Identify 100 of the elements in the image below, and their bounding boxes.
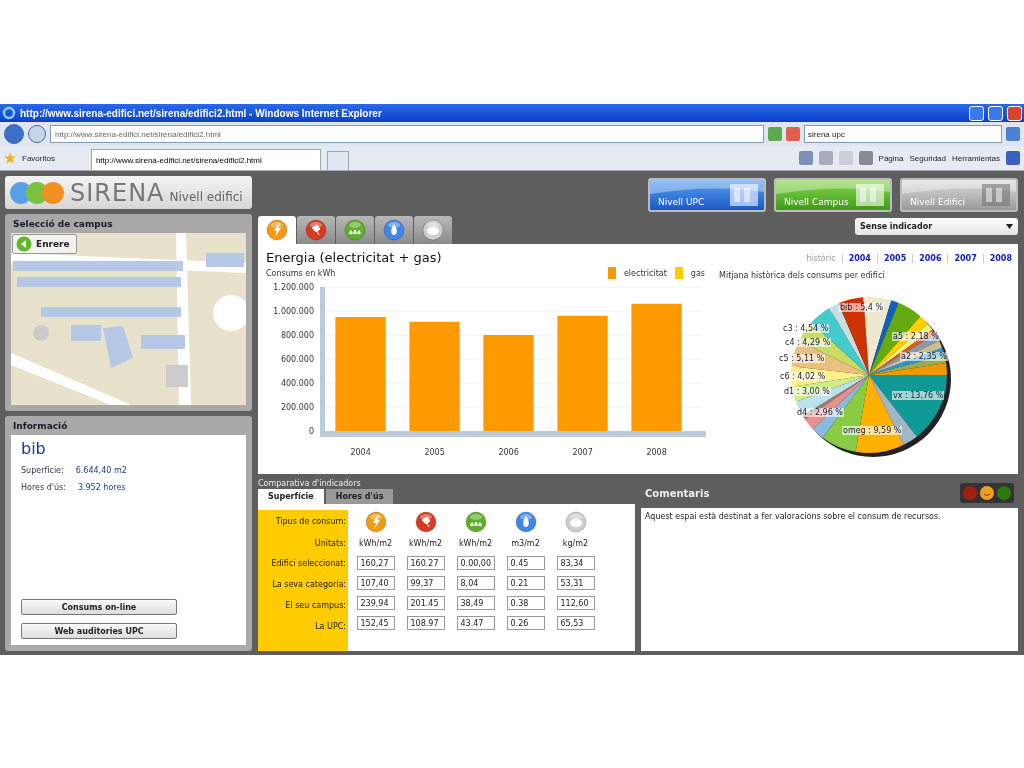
comment-box[interactable]: Aquest espai està destinat a fer valoracions sobre el consum de recursos. — [641, 508, 1018, 651]
slice-label: vx : 13,76 % — [892, 391, 945, 400]
value-field: 152,45 — [356, 616, 395, 630]
value-field: 43.47 — [456, 616, 495, 630]
building-name: bib — [21, 439, 47, 458]
browser-logo-icon — [2, 106, 16, 120]
value-field: 99,37 — [406, 576, 445, 590]
year-link[interactable]: 2006 — [919, 254, 942, 263]
slice-label: c3 : 4,54 % — [782, 324, 830, 333]
unit-label: kWh/m2 — [408, 538, 443, 550]
axis-tick-label: 2004 — [350, 448, 371, 457]
tab[interactable]: Superfície — [258, 489, 324, 504]
value-field: 38,49 — [456, 596, 495, 610]
section-title: Comparativa d'indicadors — [258, 478, 362, 489]
unit-label: kWh/m2 — [458, 538, 493, 550]
slice-label: d1 : 3,00 % — [783, 387, 831, 396]
resource-tab[interactable] — [336, 216, 374, 244]
row-label: Tipus de consum: — [275, 516, 346, 528]
value-field: 53,31 — [556, 576, 595, 590]
axis-tick-label: 600.000 — [280, 355, 314, 364]
value-field: 0.45 — [506, 556, 545, 570]
value-field: 65,53 — [556, 616, 595, 630]
value-field: 0.26 — [506, 616, 545, 630]
row-label: El seu campus: — [285, 600, 346, 612]
year-link[interactable]: 2005 — [883, 254, 907, 263]
level-label: Nivell Campus — [784, 197, 849, 207]
axis-label: Consums en kWh — [266, 268, 336, 278]
menu-item[interactable]: Herramientas — [952, 153, 1000, 163]
year-link[interactable]: 2004 — [848, 254, 871, 263]
axis-tick-label: 2005 — [424, 448, 445, 457]
row-label: Edifici seleccionat: — [271, 558, 346, 570]
year-link[interactable]: 2008 — [989, 254, 1012, 263]
cloud-icon — [564, 511, 587, 533]
slice-label: c5 : 5,11 % — [778, 354, 826, 363]
value-field: 0.38 — [506, 596, 545, 610]
comment-text: Aquest espai està destinat a fer valoracions sobre el consum de recursos. — [645, 512, 942, 521]
menu-item[interactable]: Seguridad — [909, 153, 946, 163]
axis-tick-label: 2008 — [646, 448, 667, 457]
slice-label: a2 : 2,35 % — [900, 352, 948, 361]
level-button[interactable]: Nivell UPC — [648, 178, 766, 212]
axis-tick-label: 1.000.000 — [273, 307, 314, 316]
legend-label: electricitat — [623, 268, 667, 278]
link-button[interactable]: Web auditories UPC — [21, 623, 177, 639]
new-tab-button[interactable] — [326, 151, 349, 170]
water-drop-icon — [383, 219, 405, 241]
cloud-icon — [422, 219, 444, 241]
resource-tab[interactable] — [297, 216, 335, 244]
field-value: 3.952 hores — [77, 483, 126, 492]
search-field[interactable]: sirena upc — [804, 125, 1002, 143]
level-label: Nivell Edifici — [910, 197, 965, 207]
panel-title: Informació — [12, 420, 69, 431]
slice-label: c6 : 4,02 % — [779, 372, 827, 381]
resource-tab[interactable] — [258, 216, 296, 244]
axis-tick-label: 2007 — [572, 448, 593, 457]
axis-tick-label: 400.000 — [280, 379, 314, 388]
field-label: Superfície: — [21, 466, 64, 475]
field-label: Hores d'ús: — [21, 483, 66, 492]
legend-label: gas — [690, 268, 705, 278]
menu-item[interactable]: Página — [878, 153, 904, 163]
value-field: 239,94 — [356, 596, 395, 610]
year-link[interactable]: 2007 — [954, 254, 977, 263]
chart-title: Energia (electricitat + gas) — [266, 250, 443, 265]
slice-label: bib : 5,4 % — [839, 303, 885, 312]
axis-tick-label: 0 — [308, 427, 314, 436]
resource-tab[interactable] — [375, 216, 413, 244]
plug-icon — [414, 511, 437, 533]
indicator-dropdown[interactable]: Sense indicador — [855, 217, 1018, 235]
value-field: 107,40 — [356, 576, 395, 590]
axis-tick-label: 1.200.000 — [273, 283, 314, 292]
logo-subtitle: Nivell edifici — [169, 189, 243, 204]
slice-label: omeg : 9,59 % — [842, 426, 903, 435]
link-button[interactable]: Consums on-line — [21, 599, 177, 615]
slice-label: c4 : 4,29 % — [784, 338, 832, 347]
axis-tick-label: 2006 — [498, 448, 519, 457]
chart-subtitle: Mitjana històrica dels consums per edifici — [719, 271, 886, 280]
favorites-link[interactable]: Favoritos — [22, 153, 55, 163]
heat-waves-icon — [344, 219, 366, 241]
axis-tick-label: 800.000 — [280, 331, 314, 340]
unit-label: kWh/m2 — [358, 538, 393, 550]
unit-label: m3/m2 — [511, 538, 540, 550]
dropdown-arrow-icon — [1006, 223, 1013, 229]
value-field: 0.21 — [506, 576, 545, 590]
value-field: 0.00,00 — [456, 556, 495, 570]
resource-tab[interactable] — [414, 216, 452, 244]
minimize-button[interactable] — [969, 105, 984, 121]
smiley-icon[interactable] — [979, 485, 995, 501]
maximize-button[interactable] — [988, 105, 1003, 121]
value-field: 160.27 — [406, 556, 445, 570]
back-button[interactable]: Enrere — [12, 234, 77, 254]
lightning-icon — [266, 219, 288, 241]
back-button[interactable] — [4, 124, 24, 144]
browser-tab[interactable]: http://www.sirena-edifici.net/sirena/edifici2.html — [90, 149, 321, 170]
close-button[interactable] — [1007, 105, 1022, 121]
water-drop-icon — [514, 511, 537, 533]
forward-button[interactable] — [28, 125, 46, 143]
panel-title: Selecció de campus — [12, 218, 114, 229]
address-field[interactable]: http://www.sirena-edifici.net/sirena/edifici2.html — [50, 125, 764, 143]
tab[interactable]: Hores d'ús — [325, 489, 394, 504]
axis-tick-label: 200.000 — [280, 403, 314, 412]
lightning-icon — [364, 511, 387, 533]
